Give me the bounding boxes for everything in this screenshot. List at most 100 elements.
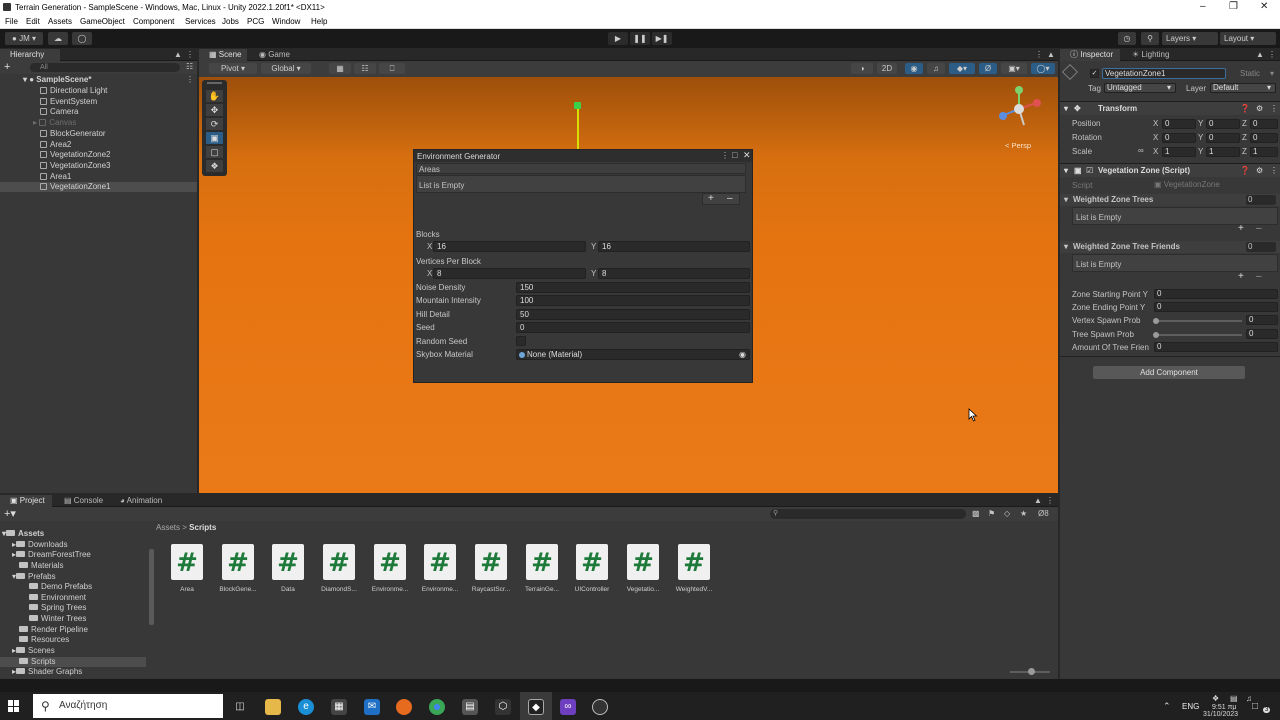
clock-date[interactable]: 31/10/2023	[1203, 711, 1238, 718]
folder-tree-item[interactable]: ▾ Prefabs	[12, 572, 56, 582]
scale-x-field[interactable]: 1	[1162, 147, 1196, 157]
add-component-button[interactable]: Add Component	[1093, 366, 1245, 379]
audio-toggle-icon[interactable]: ♫	[927, 63, 945, 74]
save-search-icon[interactable]: ◇	[1004, 509, 1010, 518]
favorite-icon[interactable]: ★	[1020, 509, 1027, 518]
script-asset[interactable]: # Vegetatio...	[620, 544, 666, 593]
icon-size-knob[interactable]	[1028, 668, 1035, 675]
rotation-z-field[interactable]: 0	[1250, 133, 1278, 143]
menu-component[interactable]: Component	[133, 17, 174, 26]
hierarchy-item[interactable]: Directional Light	[0, 86, 197, 96]
transform-header[interactable]: ▾ ✥ Transform ❓ ⚙ ⋮	[1060, 101, 1280, 115]
menu-jobs[interactable]: Jobs	[222, 17, 239, 26]
hierarchy-item[interactable]: Camera	[0, 107, 197, 117]
grid-snap-icon[interactable]: ▦	[329, 63, 351, 74]
tab-game[interactable]: ◉ Game	[249, 49, 297, 61]
tag-dropdown[interactable]: Untagged ▾	[1104, 83, 1176, 93]
script-asset[interactable]: # BlockGene...	[215, 544, 261, 593]
move-tool-icon[interactable]: ✥	[206, 104, 223, 116]
script-asset[interactable]: # Environme...	[367, 544, 413, 593]
add-icon[interactable]: +	[4, 61, 10, 73]
scene-visibility-icon[interactable]: ☷	[186, 62, 193, 71]
env-more-icon[interactable]: ⋮	[721, 151, 729, 160]
menu-file[interactable]: File	[5, 17, 18, 26]
hidden-objects-icon[interactable]: Ø	[979, 63, 997, 74]
seed-field[interactable]: 0	[516, 322, 750, 333]
folder-tree-item[interactable]: ▸ Scenes	[12, 646, 55, 656]
zone-starting-point-field[interactable]: 0	[1154, 289, 1278, 299]
unity-hub-icon[interactable]: ⬡	[495, 699, 511, 715]
tree-spawn-prob-slider[interactable]	[1156, 334, 1242, 336]
presets-icon[interactable]: ⚙	[1256, 164, 1263, 178]
wztf-remove-icon[interactable]: –	[1256, 271, 1262, 282]
menu-gameobject[interactable]: GameObject	[80, 17, 125, 26]
folder-tree-item[interactable]: Environment	[29, 593, 86, 603]
hierarchy-item[interactable]: Area2	[0, 140, 197, 150]
vertex-spawn-prob-knob[interactable]	[1153, 318, 1159, 324]
taskbar-search-input[interactable]: ⚲ Αναζήτηση	[33, 694, 223, 718]
script-asset[interactable]: # Area	[164, 544, 210, 593]
draw-mode-icon[interactable]: ◑	[851, 63, 873, 74]
layer-dropdown[interactable]: Default ▾	[1210, 83, 1276, 93]
task-view-icon[interactable]: ◫	[232, 699, 248, 715]
weighted-zone-tree-friends-header[interactable]: ▾ Weighted Zone Tree Friends 0	[1060, 241, 1280, 253]
file-explorer-icon[interactable]	[265, 699, 281, 715]
folder-tree-item[interactable]: Winter Trees	[29, 614, 86, 624]
position-z-field[interactable]: 0	[1250, 119, 1278, 129]
github-desktop-icon[interactable]	[592, 699, 608, 715]
camera-settings-icon[interactable]: ▣▾	[1001, 63, 1027, 74]
tray-app-icon[interactable]: ❖	[1212, 694, 1219, 703]
rect-tool-icon[interactable]: ▢	[206, 146, 223, 158]
weighted-zone-tree-friends-size[interactable]: 0	[1246, 242, 1276, 252]
layout-dropdown[interactable]: Layout ▾	[1220, 32, 1276, 45]
global-dropdown[interactable]: Global ▾	[261, 63, 311, 74]
scene-more-icon[interactable]: ⋮	[186, 75, 194, 84]
more-icon[interactable]: ⋮	[186, 50, 194, 59]
menu-window[interactable]: Window	[272, 17, 300, 26]
hierarchy-search-input[interactable]: All	[30, 63, 180, 72]
amount-of-tree-friends-field[interactable]: 0	[1154, 342, 1278, 352]
mail-icon[interactable]: ✉	[364, 699, 380, 715]
2d-toggle[interactable]: 2D	[877, 63, 897, 74]
windows-start-icon[interactable]	[8, 700, 20, 712]
orientation-gizmo-icon[interactable]	[994, 85, 1044, 133]
folder-tree-item[interactable]: ▸ Downloads	[12, 540, 68, 550]
hierarchy-item[interactable]: BlockGenerator	[0, 129, 197, 139]
env-maximize-icon[interactable]: □	[732, 150, 737, 160]
scene-root[interactable]: ▾ ● SampleScene*	[0, 75, 197, 85]
folder-tree-item[interactable]: ▸ Shader Graphs	[12, 667, 82, 677]
scale-y-field[interactable]: 1	[1206, 147, 1240, 157]
scale-tool-icon[interactable]: ▣	[206, 132, 223, 144]
component-more-icon[interactable]: ⋮	[1270, 102, 1278, 116]
object-picker-icon[interactable]: ◉	[739, 350, 746, 359]
hierarchy-item[interactable]: VegetationZone2	[0, 150, 197, 160]
add-area-icon[interactable]: +	[708, 194, 714, 204]
folder-tree-item[interactable]: ▸ DreamForestTree	[12, 550, 91, 560]
increment-snap-icon[interactable]: ⎕	[379, 63, 405, 74]
tab-animation[interactable]: ◕ Animation	[110, 495, 174, 507]
scene-more-icon[interactable]: ⋮	[1035, 50, 1043, 59]
maximize-icon[interactable]: ❐	[1229, 1, 1238, 12]
object-name-field[interactable]: VegetationZone1	[1102, 68, 1226, 79]
folder-tree-item[interactable]: Spring Trees	[29, 603, 86, 613]
folder-tree-item[interactable]: Render Pipeline	[19, 625, 88, 635]
menu-help[interactable]: Help	[311, 17, 327, 26]
gizmo-y-axis[interactable]	[577, 105, 579, 150]
tree-spawn-prob-knob[interactable]	[1153, 332, 1159, 338]
close-icon[interactable]: ✕	[1260, 1, 1268, 12]
script-asset[interactable]: # Environme...	[417, 544, 463, 593]
tab-console[interactable]: ▤ Console	[54, 495, 108, 507]
menu-edit[interactable]: Edit	[26, 17, 40, 26]
step-button[interactable]: ▶❚	[652, 32, 672, 45]
zone-ending-point-field[interactable]: 0	[1154, 302, 1278, 312]
script-asset[interactable]: # Data	[265, 544, 311, 593]
tab-lighting[interactable]: ☀ Lighting	[1122, 49, 1182, 61]
script-asset[interactable]: # WeightedV...	[671, 544, 717, 593]
help-icon[interactable]: ❓	[1240, 164, 1250, 178]
folder-tree-scrollbar[interactable]	[149, 549, 154, 625]
breadcrumb-assets[interactable]: Assets	[156, 523, 180, 532]
blocks-y-field[interactable]: 16	[598, 241, 750, 252]
remove-area-icon[interactable]: –	[727, 194, 733, 204]
hierarchy-item[interactable]: Area1	[0, 172, 197, 182]
scale-z-field[interactable]: 1	[1250, 147, 1278, 157]
